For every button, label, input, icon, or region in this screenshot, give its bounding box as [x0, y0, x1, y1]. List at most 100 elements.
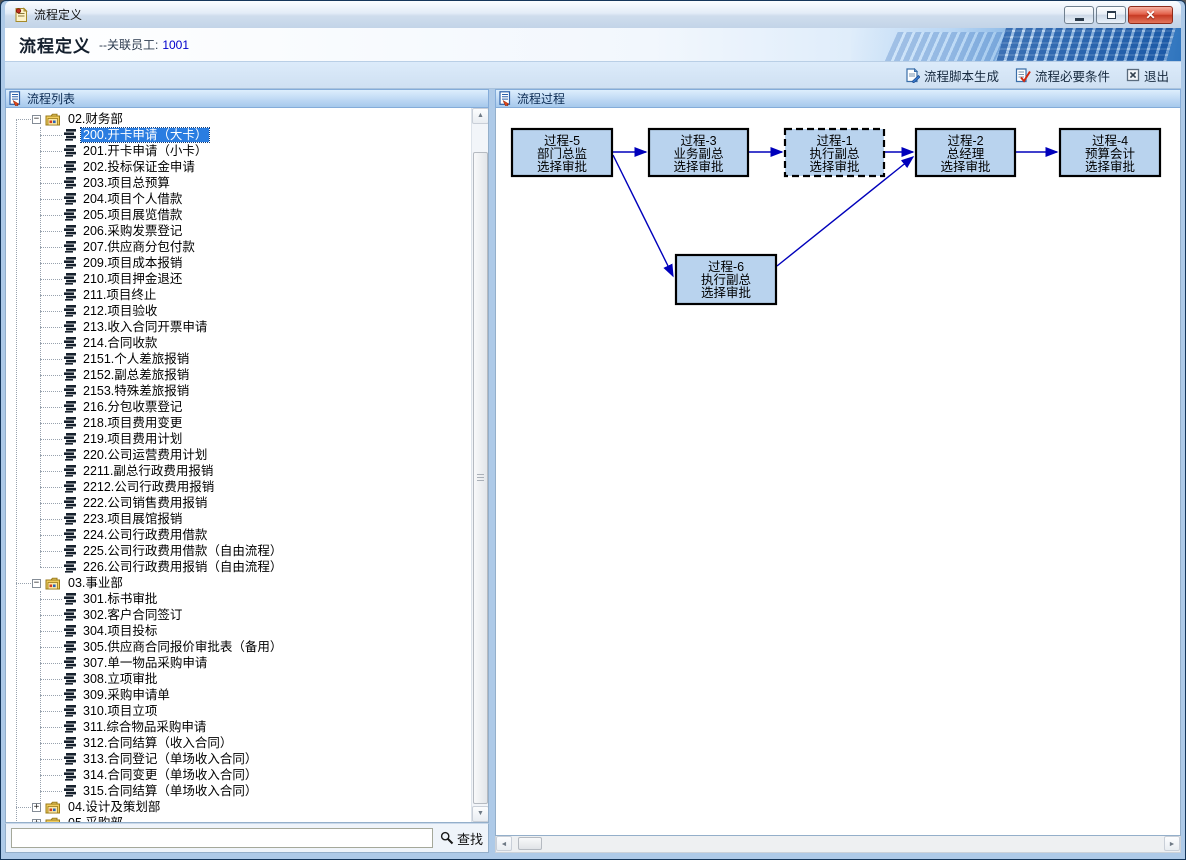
list-page-icon — [9, 91, 22, 106]
flow-node[interactable]: 过程-2总经理选择审批 — [916, 129, 1015, 176]
tree-item[interactable]: 307.单一物品采购申请 — [6, 655, 471, 671]
process-form-icon — [64, 337, 77, 349]
tree-item[interactable]: 302.客户合同签订 — [6, 607, 471, 623]
expand-icon[interactable]: + — [32, 819, 41, 823]
flow-node[interactable]: 过程-1执行副总选择审批 — [785, 129, 884, 176]
tree-item[interactable]: 211.项目终止 — [6, 287, 471, 303]
collapse-icon[interactable]: − — [32, 579, 41, 588]
scroll-thumb[interactable] — [473, 152, 488, 804]
search-input[interactable] — [11, 828, 433, 848]
tree-item[interactable]: 2153.特殊差旅报销 — [6, 383, 471, 399]
tree-item[interactable]: 220.公司运营费用计划 — [6, 447, 471, 463]
tree-search-row: 查找 — [5, 823, 489, 853]
tree-item[interactable]: 2151.个人差旅报销 — [6, 351, 471, 367]
tree-item[interactable]: 304.项目投标 — [6, 623, 471, 639]
tree-folder[interactable]: +04.设计及策划部 — [6, 799, 471, 815]
tree-item[interactable]: 222.公司销售费用报销 — [6, 495, 471, 511]
tree-item[interactable]: 2212.公司行政费用报销 — [6, 479, 471, 495]
tree-item[interactable]: 209.项目成本报销 — [6, 255, 471, 271]
process-form-icon — [64, 305, 77, 317]
tree-item[interactable]: 301.标书审批 — [6, 591, 471, 607]
flow-diagram: 过程-5部门总监选择审批过程-3业务副总选择审批过程-1执行副总选择审批过程-2… — [496, 108, 1180, 834]
tree-item[interactable]: 214.合同收款 — [6, 335, 471, 351]
tree-item[interactable]: 213.收入合同开票申请 — [6, 319, 471, 335]
related-employee-id: 1001 — [162, 38, 189, 52]
flow-node[interactable]: 过程-5部门总监选择审批 — [512, 129, 612, 176]
scroll-right-button[interactable]: ► — [1164, 836, 1180, 851]
toolbar-button-流程脚本生成[interactable]: 流程脚本生成 — [905, 66, 999, 85]
maximize-button[interactable] — [1096, 6, 1126, 24]
tree-item[interactable]: 313.合同登记（单场收入合同） — [6, 751, 471, 767]
tree-item[interactable]: 204.项目个人借款 — [6, 191, 471, 207]
process-form-icon — [64, 561, 77, 573]
tree-item[interactable]: 310.项目立项 — [6, 703, 471, 719]
tree-item-label: 302.客户合同签订 — [81, 608, 184, 622]
titlebar[interactable]: 流程定义 ✕ — [5, 1, 1181, 28]
tree-item[interactable]: 2152.副总差旅报销 — [6, 367, 471, 383]
tree-item[interactable]: 212.项目验收 — [6, 303, 471, 319]
find-button[interactable]: 查找 — [440, 829, 483, 848]
tree-folder[interactable]: −03.事业部 — [6, 575, 471, 591]
tree-item[interactable]: 314.合同变更（单场收入合同） — [6, 767, 471, 783]
flow-node[interactable]: 过程-6执行副总选择审批 — [676, 255, 776, 304]
process-form-icon — [64, 513, 77, 525]
process-form-icon — [64, 673, 77, 685]
flow-canvas[interactable]: 过程-5部门总监选择审批过程-3业务副总选择审批过程-1执行副总选择审批过程-2… — [495, 108, 1181, 836]
tree-folder[interactable]: +05.采购部 — [6, 815, 471, 822]
tree-item[interactable]: 210.项目押金退还 — [6, 271, 471, 287]
tree-item[interactable]: 224.公司行政费用借款 — [6, 527, 471, 543]
tree-item[interactable]: 305.供应商合同报价审批表（备用） — [6, 639, 471, 655]
tree-item[interactable]: 315.合同结算（单场收入合同） — [6, 783, 471, 799]
scroll-thumb[interactable] — [518, 837, 542, 850]
tree-item[interactable]: 223.项目展馆报销 — [6, 511, 471, 527]
minimize-button[interactable] — [1064, 6, 1094, 24]
tree-item[interactable]: 311.综合物品采购申请 — [6, 719, 471, 735]
scroll-up-button[interactable]: ▲ — [472, 108, 489, 124]
tree-item-label: 314.合同变更（单场收入合同） — [81, 768, 259, 782]
tree-item-label: 308.立项审批 — [81, 672, 159, 686]
close-button[interactable]: ✕ — [1128, 6, 1173, 24]
tree-item[interactable]: 2211.副总行政费用报销 — [6, 463, 471, 479]
tree-item[interactable]: 308.立项审批 — [6, 671, 471, 687]
tree-item[interactable]: 216.分包收票登记 — [6, 399, 471, 415]
toolbar-button-流程必要条件[interactable]: 流程必要条件 — [1015, 66, 1110, 85]
toolbar: 流程脚本生成流程必要条件退出 — [5, 62, 1181, 89]
tree-item-label: 315.合同结算（单场收入合同） — [81, 784, 259, 798]
process-form-icon — [64, 545, 77, 557]
tree-vertical-scrollbar[interactable]: ▲ ▼ — [471, 108, 488, 822]
tree-item-label: 310.项目立项 — [81, 704, 159, 718]
process-form-icon — [64, 609, 77, 621]
tree-item[interactable]: 312.合同结算（收入合同） — [6, 735, 471, 751]
scroll-left-button[interactable]: ◄ — [496, 836, 512, 851]
flow-horizontal-scrollbar[interactable]: ◄ ► — [495, 836, 1181, 853]
process-form-icon — [64, 257, 77, 269]
process-form-icon — [64, 193, 77, 205]
tree-item[interactable]: 205.项目展览借款 — [6, 207, 471, 223]
tree-item[interactable]: 206.采购发票登记 — [6, 223, 471, 239]
tree-item[interactable]: 202.投标保证金申请 — [6, 159, 471, 175]
process-form-icon — [64, 593, 77, 605]
tree-item-label: 200.开卡申请（大卡） — [81, 128, 209, 142]
svg-text:总经理: 总经理 — [947, 147, 985, 161]
tree-item[interactable]: 219.项目费用计划 — [6, 431, 471, 447]
tree-item[interactable]: 225.公司行政费用借款（自由流程） — [6, 543, 471, 559]
tree-item[interactable]: 207.供应商分包付款 — [6, 239, 471, 255]
flow-node[interactable]: 过程-4预算会计选择审批 — [1060, 129, 1160, 176]
process-form-icon — [64, 705, 77, 717]
tree-item-label: 2152.副总差旅报销 — [81, 368, 191, 382]
svg-text:选择审批: 选择审批 — [940, 159, 990, 174]
process-form-icon — [64, 129, 77, 141]
flow-node[interactable]: 过程-3业务副总选择审批 — [649, 129, 748, 176]
tree-folder[interactable]: − 02.财务部 — [6, 111, 471, 127]
tree-item[interactable]: 200.开卡申请（大卡） — [6, 127, 471, 143]
tree-item[interactable]: 226.公司行政费用报销（自由流程） — [6, 559, 471, 575]
toolbar-button-退出[interactable]: 退出 — [1126, 66, 1169, 85]
tree-item[interactable]: 203.项目总预算 — [6, 175, 471, 191]
tree-item[interactable]: 201.开卡申请（小卡） — [6, 143, 471, 159]
scroll-down-button[interactable]: ▼ — [472, 806, 489, 822]
tree-item[interactable]: 218.项目费用变更 — [6, 415, 471, 431]
expand-icon[interactable]: + — [32, 803, 41, 812]
collapse-icon[interactable]: − — [32, 115, 41, 124]
tree-item[interactable]: 309.采购申请单 — [6, 687, 471, 703]
tree-item-label: 02.财务部 — [66, 112, 125, 126]
